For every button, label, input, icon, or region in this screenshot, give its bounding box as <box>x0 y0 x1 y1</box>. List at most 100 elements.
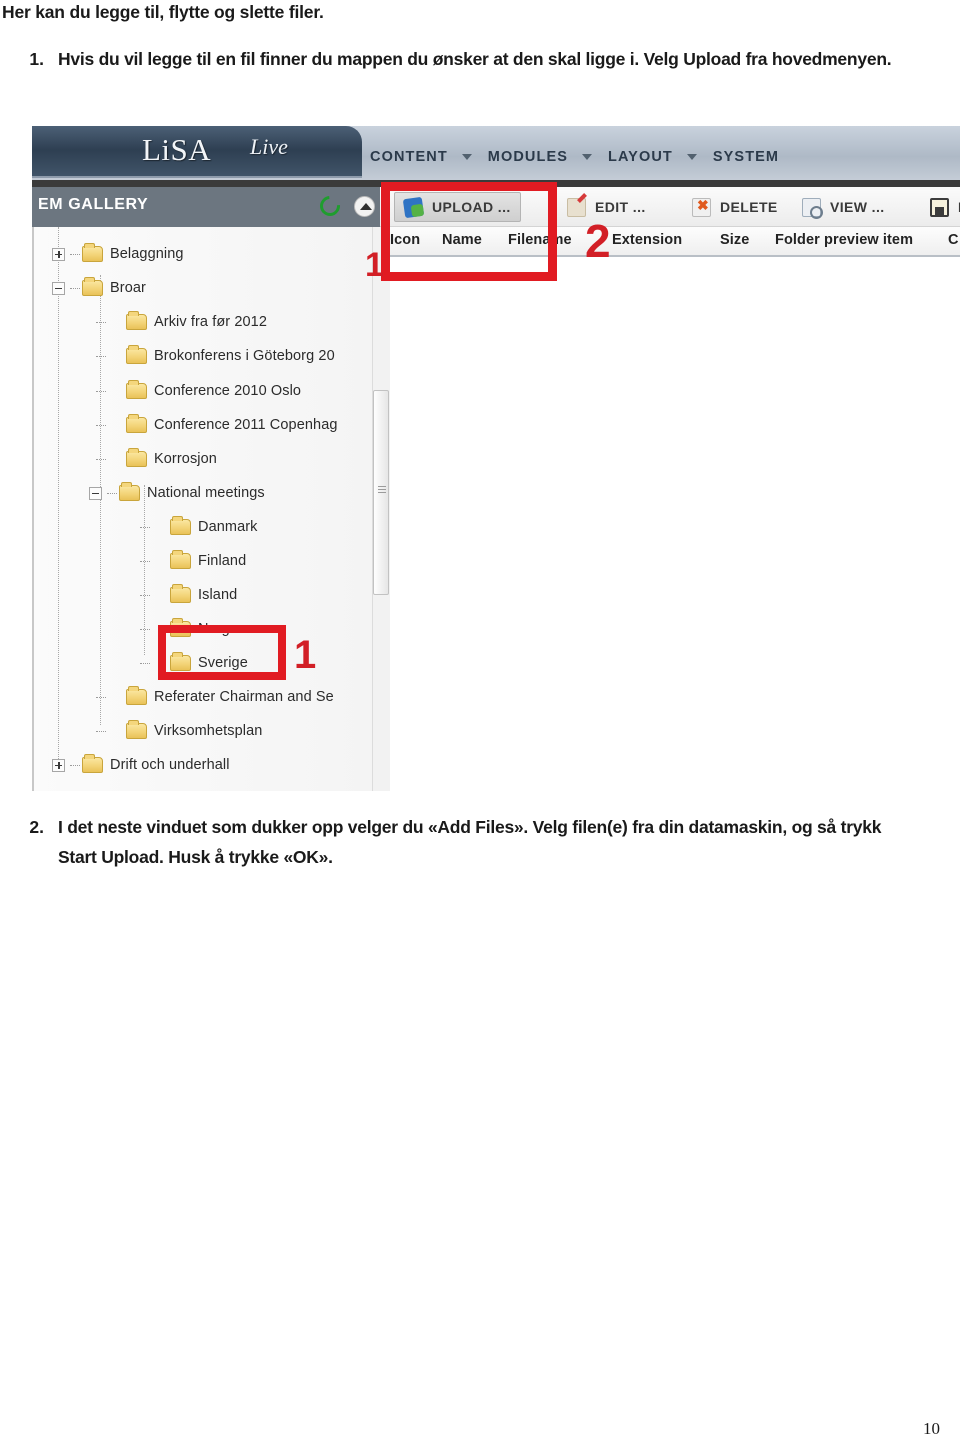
tree-item-belaggning[interactable]: Belaggning <box>52 241 184 267</box>
folder-icon <box>126 448 147 467</box>
tree-connector <box>96 390 106 392</box>
step-text: Hvis du vil legge til en fil finner du m… <box>58 49 892 69</box>
tree-item-label: Belaggning <box>110 246 184 262</box>
menu-item-content[interactable]: CONTENT <box>370 149 472 165</box>
folder-tree-panel: Belaggning Broar Arkiv fra før 2012 Brok… <box>32 227 380 791</box>
folder-icon <box>126 686 147 705</box>
folder-icon <box>126 414 147 433</box>
tree-connector <box>70 253 80 255</box>
embedded-screenshot: LiSA Live CONTENT MODULES LAYOUT SYSTEM … <box>32 126 960 791</box>
tree-item-broar[interactable]: Broar <box>52 275 146 301</box>
collapse-icon[interactable] <box>354 196 376 218</box>
tree-item-drift-och-underhall[interactable]: Drift och underhall <box>52 752 230 778</box>
page-number: 10 <box>923 1419 940 1438</box>
save-icon <box>930 197 949 217</box>
tree-connector <box>96 730 106 732</box>
tree-connector <box>96 424 106 426</box>
tree-connector <box>96 696 106 698</box>
folder-icon <box>126 380 147 399</box>
tree-scrollbar-grip <box>378 486 386 493</box>
collapse-glyph <box>354 196 375 217</box>
column-header-extension[interactable]: Extension <box>612 232 682 248</box>
tree-item-conference-2010-oslo[interactable]: Conference 2010 Oslo <box>96 378 301 404</box>
tree-item-finland[interactable]: Finland <box>140 548 246 574</box>
tree-item-conference-2011-copenhagen[interactable]: Conference 2011 Copenhag <box>96 412 338 438</box>
column-header-c[interactable]: C <box>948 232 959 248</box>
expand-icon[interactable] <box>52 247 65 261</box>
tree-item-label: Conference 2010 Oslo <box>154 383 302 399</box>
folder-icon <box>126 720 147 739</box>
step-list-second: 2. I det neste vinduet som dukker opp ve… <box>0 812 930 872</box>
tree-item-danmark[interactable]: Danmark <box>140 514 258 540</box>
tree-item-brokonferens[interactable]: Brokonferens i Göteborg 20 <box>96 343 335 369</box>
delete-label: DELETE <box>720 199 778 215</box>
folder-icon <box>82 277 103 296</box>
tree-connector <box>96 321 106 323</box>
chevron-down-icon <box>686 154 697 160</box>
annotation-number-1-tree: 1 <box>294 633 317 677</box>
tree-item-virksomhetsplan[interactable]: Virksomhetsplan <box>96 718 262 744</box>
column-header-size[interactable]: Size <box>720 232 749 248</box>
delete-button[interactable]: DELETE <box>683 192 787 222</box>
collapse-icon[interactable] <box>52 281 65 295</box>
tree-item-referater-chairman-and-secretary[interactable]: Referater Chairman and Se <box>96 684 334 710</box>
tree-item-label: Drift och underhall <box>110 757 230 773</box>
tree-connector <box>140 662 150 664</box>
tree-connector <box>140 560 150 562</box>
tree-item-label: Finland <box>198 553 247 569</box>
column-header-folder-preview-item[interactable]: Folder preview item <box>775 232 913 248</box>
tree-item-korrosjon[interactable]: Korrosjon <box>96 446 217 472</box>
menu-item-modules[interactable]: MODULES <box>488 149 592 165</box>
edit-icon <box>567 197 586 217</box>
tree-item-label: Island <box>198 587 238 603</box>
tree-item-arkiv-fra-for-2012[interactable]: Arkiv fra før 2012 <box>96 309 267 335</box>
tree-item-label: Korrosjon <box>154 451 217 467</box>
tree-connector <box>140 628 150 630</box>
annotation-box-norge <box>158 625 286 680</box>
page-intro-text: Her kan du legge til, flytte og slette f… <box>2 2 324 22</box>
item-gallery-panel-header: EM GALLERY <box>32 187 380 227</box>
folder-icon <box>126 311 147 330</box>
step-number: 1. <box>29 49 44 69</box>
delete-icon <box>692 197 711 217</box>
tree-connector <box>96 458 106 460</box>
refresh-glyph <box>315 191 345 221</box>
folder-icon <box>82 754 103 773</box>
collapse-icon[interactable] <box>89 486 102 500</box>
brand-tab: LiSA Live <box>32 126 362 178</box>
step-text: I det neste vinduet som dukker opp velge… <box>58 817 882 867</box>
expand-icon[interactable] <box>52 758 65 772</box>
edit-label: EDIT ... <box>595 199 646 215</box>
tree-item-label: Conference 2011 Copenhag <box>154 417 338 433</box>
folder-icon <box>82 243 103 262</box>
tree-item-island[interactable]: Island <box>140 582 237 608</box>
step-number: 2. <box>29 817 44 837</box>
annotation-number-1-columns: 1 <box>365 246 384 284</box>
tree-connector <box>140 526 150 528</box>
save-button[interactable]: D <box>921 192 960 222</box>
menu-label: CONTENT <box>370 149 448 165</box>
refresh-icon[interactable] <box>315 191 345 221</box>
folder-icon <box>119 482 140 501</box>
folder-icon <box>170 550 191 569</box>
tree-item-national-meetings[interactable]: National meetings <box>89 480 265 506</box>
app-top-bar: LiSA Live CONTENT MODULES LAYOUT SYSTEM <box>32 126 960 182</box>
annotation-box-upload <box>381 182 557 281</box>
tree-guide-line <box>58 227 59 767</box>
tree-connector <box>107 492 117 494</box>
tree-item-label: Referater Chairman and Se <box>154 689 334 705</box>
list-item: 2. I det neste vinduet som dukker opp ve… <box>0 812 930 872</box>
menu-item-system[interactable]: SYSTEM <box>713 149 779 165</box>
tree-connector <box>96 355 106 357</box>
menu-item-layout[interactable]: LAYOUT <box>608 149 697 165</box>
view-icon <box>802 197 823 219</box>
annotation-number-2: 2 <box>585 215 611 267</box>
menu-label: SYSTEM <box>712 149 780 165</box>
folder-icon <box>170 516 191 535</box>
tree-item-label: Arkiv fra før 2012 <box>154 314 267 330</box>
main-menu-bar: CONTENT MODULES LAYOUT SYSTEM <box>370 140 795 174</box>
view-button[interactable]: VIEW ... <box>793 192 894 222</box>
view-label: VIEW ... <box>830 199 885 215</box>
tree-item-label: Broar <box>110 280 146 296</box>
file-list-area <box>380 257 960 791</box>
